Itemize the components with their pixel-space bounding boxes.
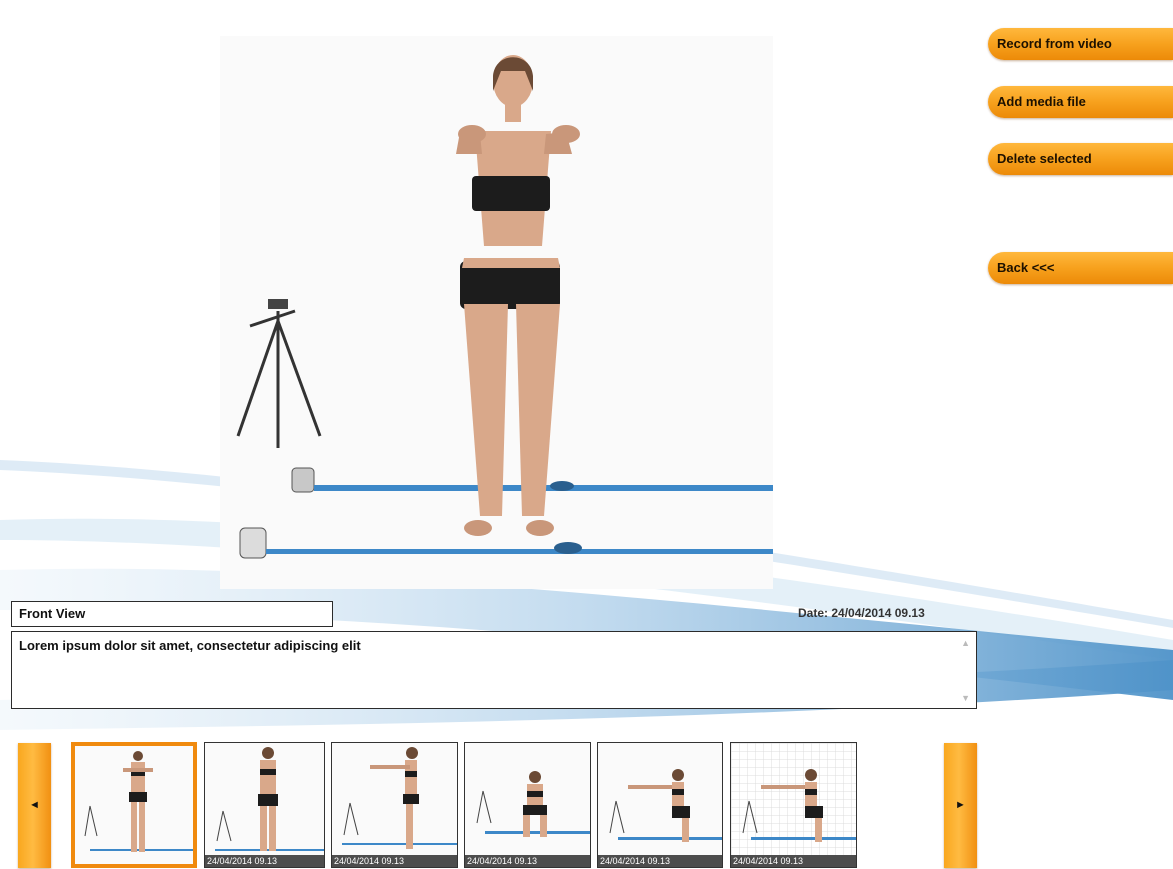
media-date-label: Date: 24/04/2014 09.13 xyxy=(798,606,925,620)
add-media-file-button[interactable]: Add media file xyxy=(988,86,1173,118)
thumbnail-back-view[interactable]: 24/04/2014 09.13 xyxy=(204,742,325,868)
thumbnail-squat-front[interactable]: 24/04/2014 09.13 xyxy=(464,742,591,868)
thumbnail-timestamp: 24/04/2014 09.13 xyxy=(205,855,324,867)
gallery-next-button[interactable]: ► xyxy=(944,743,977,868)
front-view-photo xyxy=(220,36,773,589)
gallery-prev-button[interactable]: ◄ xyxy=(18,743,51,868)
media-notes-field[interactable]: Lorem ipsum dolor sit amet, consectetur … xyxy=(11,631,977,709)
scroll-down-icon[interactable]: ▼ xyxy=(961,693,970,703)
back-button[interactable]: Back <<< xyxy=(988,252,1173,284)
thumbnail-squat-side[interactable]: 24/04/2014 09.13 xyxy=(597,742,723,868)
record-from-video-button[interactable]: Record from video xyxy=(988,28,1173,60)
thumbnail-image xyxy=(465,743,590,867)
thumbnail-timestamp: 24/04/2014 09.13 xyxy=(465,855,590,867)
thumbnail-squat-side-grid[interactable]: 24/04/2014 09.13 xyxy=(730,742,857,868)
main-photo xyxy=(220,36,773,589)
media-notes-text: Lorem ipsum dolor sit amet, consectetur … xyxy=(19,638,361,653)
thumbnail-timestamp: 24/04/2014 09.13 xyxy=(598,855,722,867)
arrow-right-icon: ► xyxy=(955,799,966,811)
media-title-field[interactable]: Front View xyxy=(11,601,333,627)
thumbnail-front-view[interactable] xyxy=(71,742,197,868)
thumbnail-timestamp: 24/04/2014 09.13 xyxy=(332,855,457,867)
arrow-left-icon: ◄ xyxy=(29,799,40,811)
thumbnail-image xyxy=(75,746,193,864)
thumbnail-image xyxy=(205,743,324,867)
thumbnail-image xyxy=(332,743,457,867)
delete-selected-button[interactable]: Delete selected xyxy=(988,143,1173,175)
thumbnail-image xyxy=(598,743,722,867)
thumbnail-image xyxy=(731,743,856,867)
scroll-up-icon[interactable]: ▲ xyxy=(961,638,970,648)
thumbnail-side-view[interactable]: 24/04/2014 09.13 xyxy=(331,742,458,868)
thumbnail-timestamp: 24/04/2014 09.13 xyxy=(731,855,856,867)
